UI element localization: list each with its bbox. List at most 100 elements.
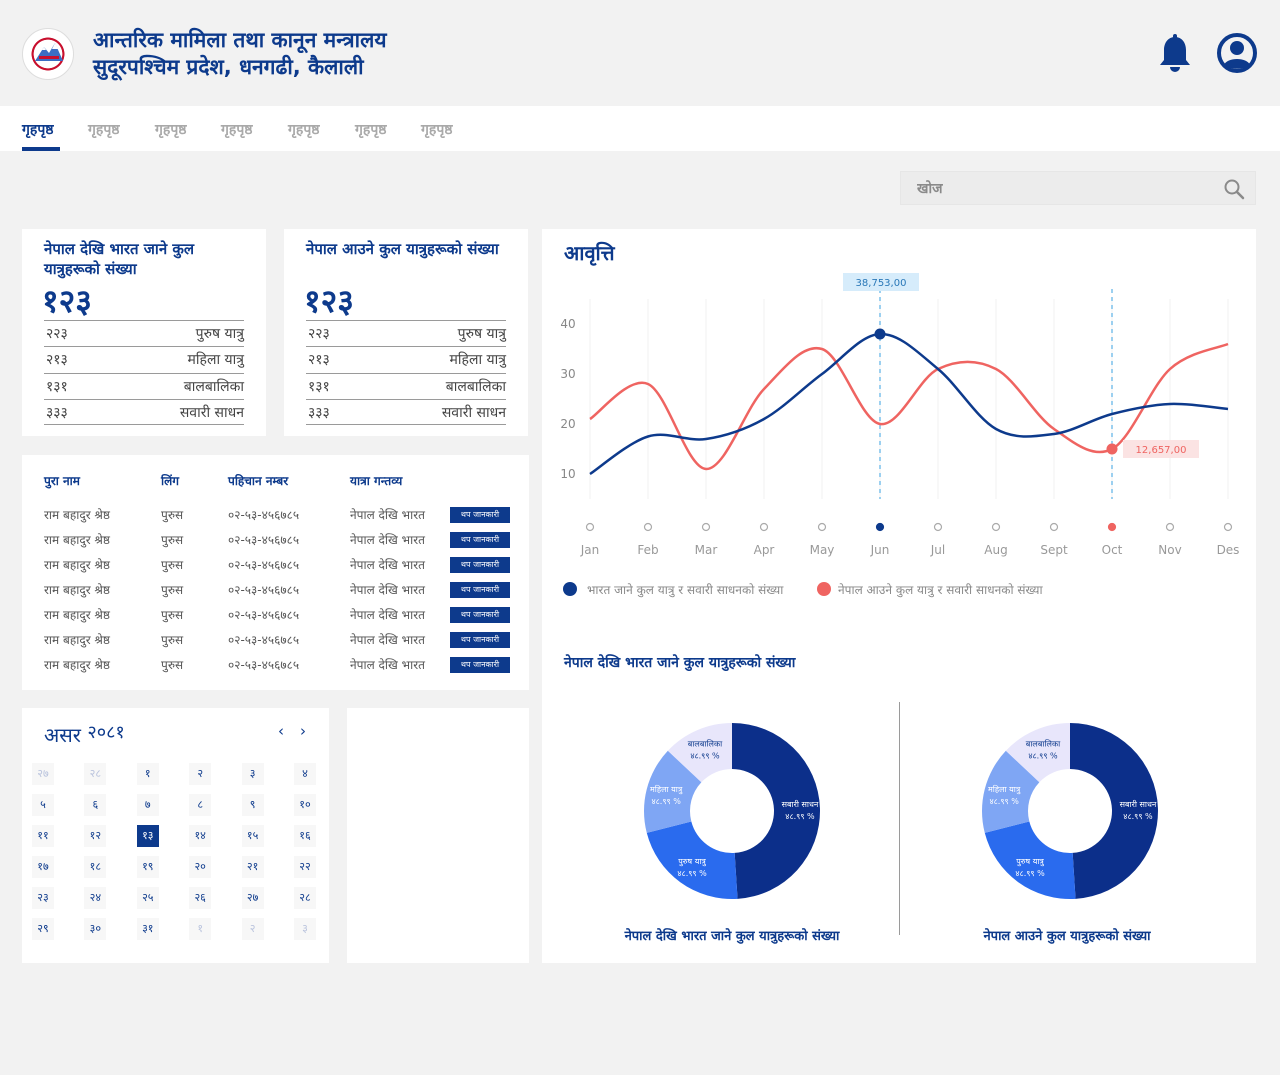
stat-value: ३३३ — [46, 405, 68, 421]
tab-home-3[interactable]: गृहपृष्ठ — [155, 120, 187, 139]
x-tick-label: Des — [1217, 543, 1240, 557]
bell-icon[interactable] — [1156, 34, 1194, 74]
calendar-day[interactable]: ३ — [294, 918, 316, 940]
x-tick-label: Feb — [637, 543, 658, 557]
calendar-day[interactable]: १७ — [32, 856, 54, 878]
donut-section-title: नेपाल देखि भारत जाने कुल यात्रुहरूको संख… — [564, 655, 796, 671]
user-account-icon[interactable] — [1217, 33, 1257, 73]
more-info-button[interactable]: थप जानकारी — [450, 607, 510, 623]
calendar-day[interactable]: ११ — [32, 825, 54, 847]
donut-chart-outgoing: सबारी साधन ४८.९९ % पुरुष यात्रु ४८.९९ % महिल… — [644, 723, 820, 899]
calendar-day[interactable]: ५ — [32, 794, 54, 816]
calendar-day[interactable]: १ — [189, 918, 212, 940]
calendar-prev-button[interactable]: ‹ — [278, 722, 284, 740]
tab-home-4[interactable]: गृहपृष्ठ — [221, 120, 253, 139]
traveler-id: ०२-५३-४५६७८५ — [228, 608, 300, 622]
calendar-day[interactable]: २१ — [241, 856, 264, 878]
stat-row: २२३ पुरुष यात्रु — [44, 320, 244, 346]
tab-home-7[interactable]: गृहपृष्ठ — [421, 120, 453, 139]
calendar-day[interactable]: २३ — [32, 887, 54, 909]
donut-slice-label: सबारी साधन — [782, 799, 819, 809]
calendar-month-label: असर २०८१ — [44, 720, 125, 748]
calendar-day[interactable]: १४ — [189, 825, 212, 847]
calendar-day[interactable]: २७ — [32, 763, 54, 785]
month-marker[interactable] — [1223, 522, 1233, 532]
calendar-day[interactable]: २९ — [32, 918, 54, 940]
calendar-day[interactable]: १९ — [136, 856, 159, 878]
calendar-day[interactable]: ७ — [136, 794, 159, 816]
calendar-day[interactable]: २ — [241, 918, 264, 940]
calendar-day[interactable]: २५ — [136, 887, 159, 909]
calendar-day[interactable]: ४ — [294, 763, 316, 785]
calendar-day[interactable]: २६ — [189, 887, 212, 909]
more-info-button[interactable]: थप जानकारी — [450, 632, 510, 648]
calendar-day[interactable]: २० — [189, 856, 212, 878]
month-marker[interactable] — [817, 522, 827, 532]
tab-home-5[interactable]: गृहपृष्ठ — [288, 120, 320, 139]
calendar-day[interactable]: १ — [136, 763, 159, 785]
traveler-name: राम बहादुर श्रेष्ठ — [44, 583, 110, 597]
traveler-destination: नेपाल देखि भारत — [350, 608, 425, 622]
calendar-day[interactable]: १८ — [84, 856, 107, 878]
more-info-button[interactable]: थप जानकारी — [450, 532, 510, 548]
calendar-day[interactable]: ३ — [241, 763, 264, 785]
donut-slice-value: ४८.९९ % — [651, 797, 681, 806]
traveler-gender: पुरुस — [161, 583, 184, 597]
month-marker[interactable] — [701, 522, 711, 532]
search-input[interactable] — [917, 178, 1207, 200]
search-icon[interactable] — [1223, 178, 1245, 200]
traveler-id: ०२-५३-४५६७८५ — [228, 658, 300, 672]
month-marker[interactable] — [933, 522, 943, 532]
calendar-day[interactable]: २२ — [294, 856, 316, 878]
office-location-title: सुदूरपश्चिम प्रदेश, धनगढी, कैलाली — [93, 55, 364, 79]
traveler-id: ०२-५३-४५६७८५ — [228, 558, 300, 572]
calendar-day[interactable]: १३ — [136, 825, 159, 847]
calendar-day[interactable]: २७ — [241, 887, 264, 909]
traveler-id: ०२-५३-४५६७८५ — [228, 633, 300, 647]
calendar-day[interactable]: २४ — [84, 887, 107, 909]
calendar-day[interactable]: ९ — [241, 794, 264, 816]
stat-row: २२३ पुरुष यात्रु — [306, 320, 506, 346]
month-marker[interactable] — [991, 522, 1001, 532]
month-marker[interactable] — [875, 522, 885, 532]
stat-value: १३१ — [308, 379, 330, 395]
x-tick-label: Nov — [1158, 543, 1181, 557]
calendar-day[interactable]: १० — [294, 794, 316, 816]
active-tab-indicator — [22, 147, 60, 151]
calendar-day[interactable]: १२ — [84, 825, 107, 847]
more-info-button[interactable]: थप जानकारी — [450, 582, 510, 598]
stat-row: १३१ बालबालिका — [44, 373, 244, 399]
month-marker[interactable] — [1107, 522, 1117, 532]
calendar-day[interactable]: १५ — [241, 825, 264, 847]
more-info-button[interactable]: थप जानकारी — [450, 557, 510, 573]
month-marker[interactable] — [643, 522, 653, 532]
month-marker[interactable] — [1165, 522, 1175, 532]
donut-slice-value: ४८.९९ % — [989, 797, 1019, 806]
calendar-day[interactable]: २ — [189, 763, 212, 785]
calendar-day[interactable]: २८ — [294, 887, 316, 909]
calendar-day[interactable]: १६ — [294, 825, 316, 847]
mountain-flag-icon — [35, 43, 63, 61]
month-marker[interactable] — [1049, 522, 1059, 532]
month-marker[interactable] — [759, 522, 769, 532]
donut-slice-value: ४८.९९ % — [1123, 812, 1153, 821]
month-marker[interactable] — [585, 522, 595, 532]
calendar-day[interactable]: ३० — [84, 918, 107, 940]
tab-home-6[interactable]: गृहपृष्ठ — [355, 120, 387, 139]
calendar-day[interactable]: ६ — [84, 794, 107, 816]
donut-divider — [899, 702, 900, 935]
stat-card-incoming: नेपाल आउने कुल यात्रुहरूको संख्या १२३ २२… — [284, 229, 528, 436]
stat-label: बालबालिका — [445, 379, 506, 395]
tab-home-2[interactable]: गृहपृष्ठ — [88, 120, 120, 139]
more-info-button[interactable]: थप जानकारी — [450, 507, 510, 523]
more-info-button[interactable]: थप जानकारी — [450, 657, 510, 673]
tab-home[interactable]: गृहपृष्ठ — [22, 120, 54, 139]
calendar-day[interactable]: २८ — [84, 763, 107, 785]
calendar-day[interactable]: ३१ — [136, 918, 159, 940]
calendar-next-button[interactable]: › — [300, 722, 306, 740]
stat-row: ३३३ सवारी साधन — [306, 399, 506, 425]
stat-label: महिला यात्रु — [449, 352, 506, 368]
stat-label: महिला यात्रु — [187, 352, 244, 368]
calendar-day[interactable]: ८ — [189, 794, 212, 816]
traveler-destination: नेपाल देखि भारत — [350, 533, 425, 547]
